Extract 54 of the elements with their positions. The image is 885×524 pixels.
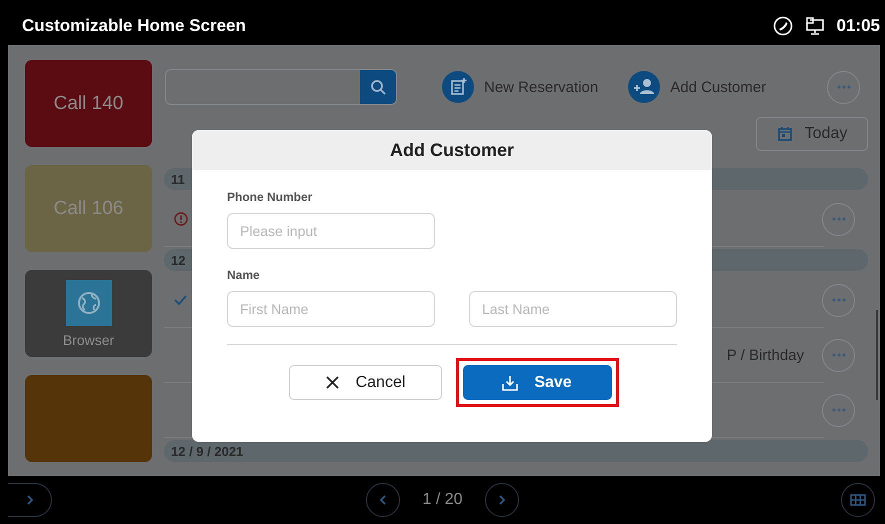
more-button[interactable] [822, 394, 855, 426]
apps-button[interactable] [841, 483, 875, 517]
document-add-icon [442, 71, 474, 103]
phone-icon [772, 16, 793, 36]
date-label: 11 [171, 172, 185, 186]
expand-button[interactable] [8, 483, 52, 517]
globe-icon [76, 290, 100, 314]
more-icon [830, 407, 846, 413]
calendar-icon [776, 126, 793, 142]
more-button[interactable] [822, 202, 855, 236]
more-button[interactable] [822, 284, 855, 316]
save-button[interactable]: Save [462, 365, 612, 400]
today-button[interactable]: Today [756, 117, 868, 151]
previous-page-button[interactable] [366, 483, 400, 517]
shortcut-tile[interactable]: Call 140 [25, 60, 152, 147]
field-label: Name [227, 268, 261, 282]
row-text: P / Birthday [726, 346, 804, 364]
next-page-button[interactable] [484, 483, 519, 517]
chevron-right-icon [26, 495, 34, 505]
more-button[interactable] [822, 338, 855, 372]
input-field[interactable]: Last Name [469, 291, 677, 327]
more-icon [836, 84, 852, 90]
field-label: Phone Number [227, 190, 314, 204]
grid-icon [850, 494, 866, 506]
shortcut-tile[interactable]: Call 106 [25, 165, 152, 252]
scrollbar[interactable] [876, 310, 878, 400]
more-icon [830, 297, 846, 303]
date-label: 12 [171, 252, 186, 268]
shortcut-tile[interactable] [25, 375, 152, 462]
more-icon [830, 352, 846, 358]
close-icon [324, 375, 340, 390]
dialog-title: Add Customer [192, 130, 712, 170]
input-field[interactable]: Please input [227, 213, 435, 249]
cancel-button[interactable]: Cancel [288, 365, 442, 400]
search-icon [370, 79, 386, 95]
chevron-left-icon [379, 495, 388, 505]
more-button[interactable] [827, 70, 860, 104]
person-add-icon [628, 71, 660, 103]
chevron-right-icon [498, 495, 506, 505]
search-button[interactable] [360, 70, 396, 104]
alert-icon [174, 212, 188, 226]
page-indicator: 1 / 20 [422, 491, 463, 509]
input-field[interactable]: First Name [227, 291, 435, 327]
check-icon [174, 294, 187, 306]
clock: 01:05 [836, 16, 880, 36]
search-field[interactable] [165, 69, 397, 105]
more-icon [830, 216, 846, 222]
add-customer-button[interactable]: Add Customer [628, 71, 766, 103]
screen-title: Customizable Home Screen [22, 14, 247, 36]
new-reservation-button[interactable]: New Reservation [442, 71, 598, 103]
download-icon [502, 374, 518, 390]
date-label: 12 / 9 / 2021 [171, 444, 244, 458]
monitor-icon [804, 16, 825, 36]
app-shortcut[interactable]: Browser [25, 270, 152, 357]
